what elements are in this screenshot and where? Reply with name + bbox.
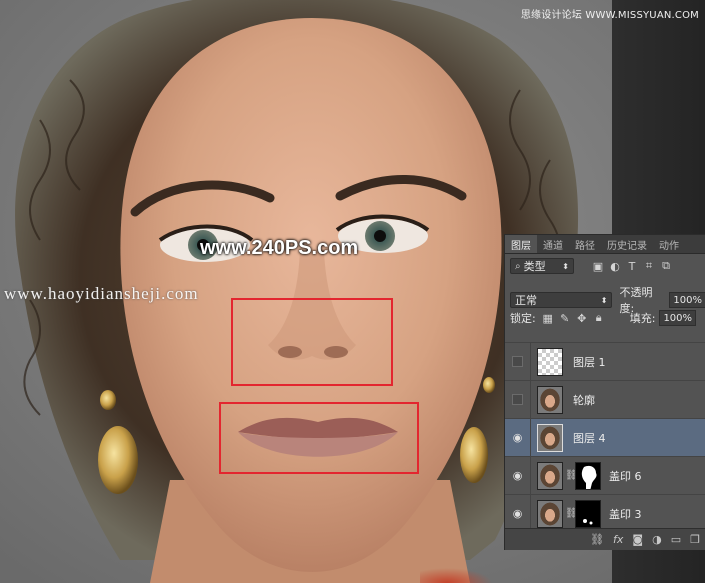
adjustment-filter-icon[interactable]: ◐ [609,260,621,273]
layer-thumbnail [537,461,563,490]
nose-highlight-box [231,298,393,386]
visibility-off-box [512,394,523,405]
panel-footer: ⛓ fx ◙ ◑ ▭ ❐ [505,528,705,550]
layer-name[interactable]: 图层 4 [573,430,606,446]
eye-icon: ◉ [512,431,523,444]
tab-channels[interactable]: 通道 [537,235,569,253]
tab-history[interactable]: 历史记录 [601,235,653,253]
eye-icon: ◉ [512,469,523,482]
layer-thumbnail [537,347,563,376]
layer-name[interactable]: 轮廓 [573,392,595,408]
opacity-input[interactable]: 100% [669,292,705,308]
tab-actions[interactable]: 动作 [653,235,685,253]
fill-input[interactable]: 100% [659,310,697,326]
mask-link-icon[interactable]: ⛓ [565,470,578,481]
layer-name[interactable]: 图层 1 [573,354,606,370]
dropdown-arrows-icon: ⬍ [600,295,608,305]
visibility-toggle[interactable]: ◉ [505,419,531,456]
type-filter-icon[interactable]: T [626,260,638,273]
new-group-icon[interactable]: ▭ [671,533,681,546]
blend-mode-dropdown[interactable]: 正常 ⬍ [510,292,613,308]
adjustment-layer-icon[interactable]: ◑ [652,533,662,546]
filter-kind-label: 类型 [523,260,546,273]
watermark-site-top: 思缘设计论坛 WWW.MISSYUAN.COM [520,10,699,21]
new-layer-icon[interactable]: ❐ [690,533,700,546]
screenshot: 思缘设计论坛 WWW.MISSYUAN.COM www.240PS.com ww… [0,0,705,583]
mouth-highlight-box [219,402,419,474]
layer-mask-thumbnail[interactable] [575,461,601,490]
layer-mask-thumbnail[interactable] [575,499,601,528]
layer-name[interactable]: 盖印 6 [609,468,642,484]
layer-row[interactable]: ◉ ⛓ 盖印 6 [505,456,705,494]
layer-thumbnail [537,423,563,452]
visibility-toggle[interactable]: ◉ [505,457,531,494]
lock-paint-icon[interactable]: ✎ [559,312,571,325]
layer-row[interactable]: 轮廓 [505,380,705,418]
lock-label: 锁定: [510,312,536,325]
layer-row-selected[interactable]: ◉ 图层 4 [505,418,705,456]
visibility-toggle[interactable] [505,343,531,380]
fill-label: 填充: [629,312,656,325]
link-layers-icon[interactable]: ⛓ [590,533,604,546]
dropdown-arrows-icon: ⬍ [562,261,569,271]
mask-shape [581,465,597,489]
filter-kind-dropdown[interactable]: ⌕ 类型 ⬍ [510,258,574,274]
visibility-toggle[interactable]: ◉ [505,495,531,532]
smartobject-filter-icon[interactable]: ⧉ [660,259,672,272]
lock-transparency-icon[interactable]: ▦ [542,312,554,325]
layer-thumbnail [537,385,563,414]
layer-name[interactable]: 盖印 3 [609,506,642,522]
panel-tabs: 图层 通道 路径 历史记录 动作 [505,235,705,254]
blend-mode-value: 正常 [515,294,537,307]
visibility-off-box [512,356,523,367]
lock-all-icon[interactable]: 🔒︎ [593,311,605,324]
image-filter-icon[interactable]: ▣ [592,260,604,273]
tab-paths[interactable]: 路径 [569,235,601,253]
tab-layers[interactable]: 图层 [505,235,537,253]
add-mask-icon[interactable]: ◙ [632,533,643,546]
fx-icon[interactable]: fx [613,533,623,546]
mask-shape [583,518,593,524]
watermark-haoyidiansheji: www.haoyidiansheji.com [4,284,199,303]
mask-link-icon[interactable]: ⛓ [565,508,578,519]
lock-row: 锁定: ▦ ✎ ✥ 🔒︎ 填充: 100% [505,310,705,326]
search-icon: ⌕ [515,260,521,272]
layer-thumbnail [537,499,563,528]
filter-row: ⌕ 类型 ⬍ ▣ ◐ T ⌗ ⧉ [505,258,705,274]
layer-row[interactable]: 图层 1 [505,342,705,380]
clothing-edge [420,560,510,583]
eye-icon: ◉ [512,507,523,520]
watermark-240ps: www.240PS.com [200,237,359,259]
layers-panel: 图层 通道 路径 历史记录 动作 ⌕ 类型 ⬍ ▣ ◐ T ⌗ ⧉ 正常 ⬍ 不… [504,234,705,550]
visibility-toggle[interactable] [505,381,531,418]
lock-position-icon[interactable]: ✥ [576,312,588,325]
layer-row[interactable]: ◉ ⛓ 盖印 3 [505,494,705,532]
shape-filter-icon[interactable]: ⌗ [643,259,655,272]
